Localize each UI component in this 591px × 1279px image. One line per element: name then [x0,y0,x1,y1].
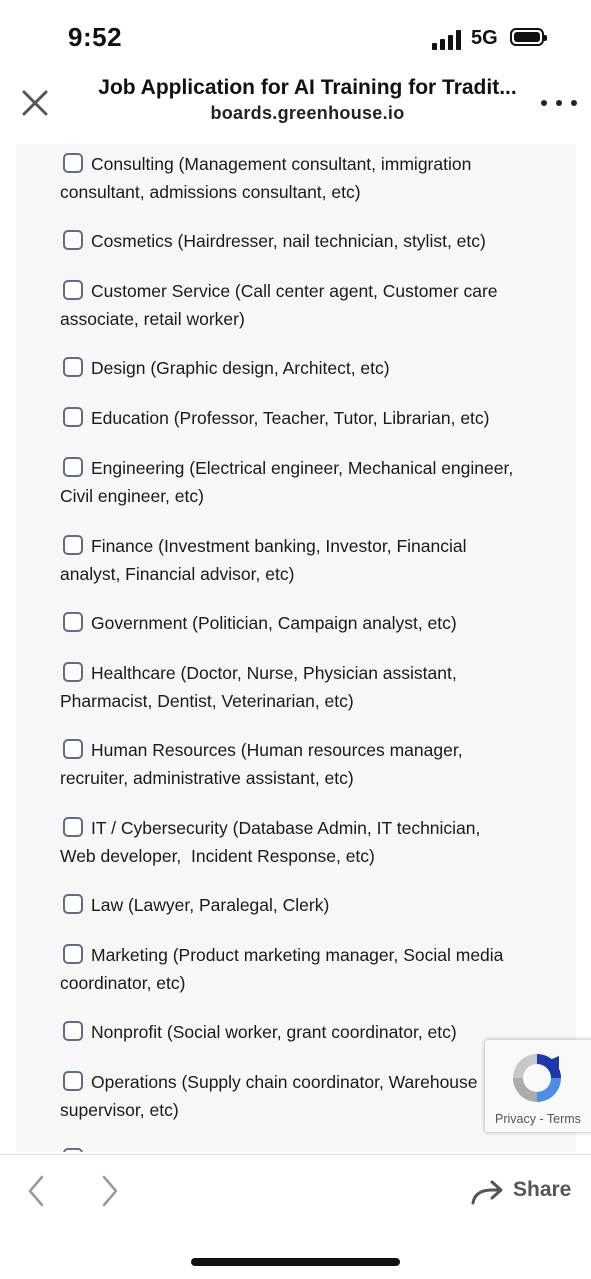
checkbox[interactable] [63,1148,83,1152]
page-title: Job Application for AI Training for Trad… [98,76,517,99]
option-design[interactable]: Design (Graphic design, Architect, etc) [60,355,540,383]
checkbox[interactable] [63,457,83,477]
checkbox[interactable] [63,612,83,632]
option-law[interactable]: Law (Lawyer, Paralegal, Clerk) [60,892,540,920]
checkbox[interactable] [63,535,83,555]
terms-link[interactable]: Terms [547,1112,581,1126]
option-human-resources[interactable]: Human Resources (Human resources manager… [60,737,540,792]
checkbox[interactable] [63,407,83,427]
chevron-right-icon [102,1175,118,1207]
toolbar-divider [0,1154,591,1155]
option-nonprofit[interactable]: Nonprofit (Social worker, grant coordina… [60,1019,540,1047]
checkbox[interactable] [63,1071,83,1091]
recaptcha-icon [513,1054,561,1102]
recaptcha-links: Privacy - Terms [495,1112,581,1126]
checkbox[interactable] [63,153,83,173]
status-time: 9:52 [68,22,123,52]
close-button[interactable] [20,88,52,120]
battery-icon [510,28,547,46]
option-it-cybersecurity[interactable]: IT / Cybersecurity (Database Admin, IT t… [60,815,540,870]
checkbox[interactable] [63,739,83,759]
option-next-partial[interactable] [60,1146,540,1152]
checkbox[interactable] [63,944,83,964]
page-url: boards.greenhouse.io [210,103,405,123]
home-indicator[interactable] [191,1258,400,1266]
option-education[interactable]: Education (Professor, Teacher, Tutor, Li… [60,405,540,433]
network-type: 5G [471,27,498,49]
option-marketing[interactable]: Marketing (Product marketing manager, So… [60,942,540,997]
chevron-left-icon [28,1175,44,1207]
more-options-button[interactable] [539,98,579,112]
checkbox[interactable] [63,817,83,837]
option-customer-service[interactable]: Customer Service (Call center agent, Cus… [60,278,540,333]
recaptcha-badge[interactable]: Privacy - Terms [485,1040,591,1132]
share-icon [471,1180,503,1205]
option-government[interactable]: Government (Politician, Campaign analyst… [60,610,540,638]
option-finance[interactable]: Finance (Investment banking, Investor, F… [60,533,540,588]
signal-strength-icon [432,30,464,50]
checkbox[interactable] [63,662,83,682]
close-icon [22,90,48,116]
checkbox[interactable] [63,1021,83,1041]
checkbox[interactable] [63,230,83,250]
checkbox[interactable] [63,894,83,914]
option-cosmetics[interactable]: Cosmetics (Hairdresser, nail technician,… [60,228,540,256]
forward-button[interactable] [98,1174,122,1208]
option-engineering[interactable]: Engineering (Electrical engineer, Mechan… [60,455,540,510]
checkbox[interactable] [63,357,83,377]
option-consulting[interactable]: Consulting (Management consultant, immig… [60,151,540,206]
option-healthcare[interactable]: Healthcare (Doctor, Nurse, Physician ass… [60,660,540,715]
checkbox[interactable] [63,280,83,300]
privacy-link[interactable]: Privacy [495,1112,536,1126]
form-content[interactable]: Consulting (Management consultant, immig… [16,144,576,1152]
back-button[interactable] [24,1174,48,1208]
option-operations[interactable]: Operations (Supply chain coordinator, Wa… [60,1069,540,1124]
share-label: Share [513,1178,572,1201]
